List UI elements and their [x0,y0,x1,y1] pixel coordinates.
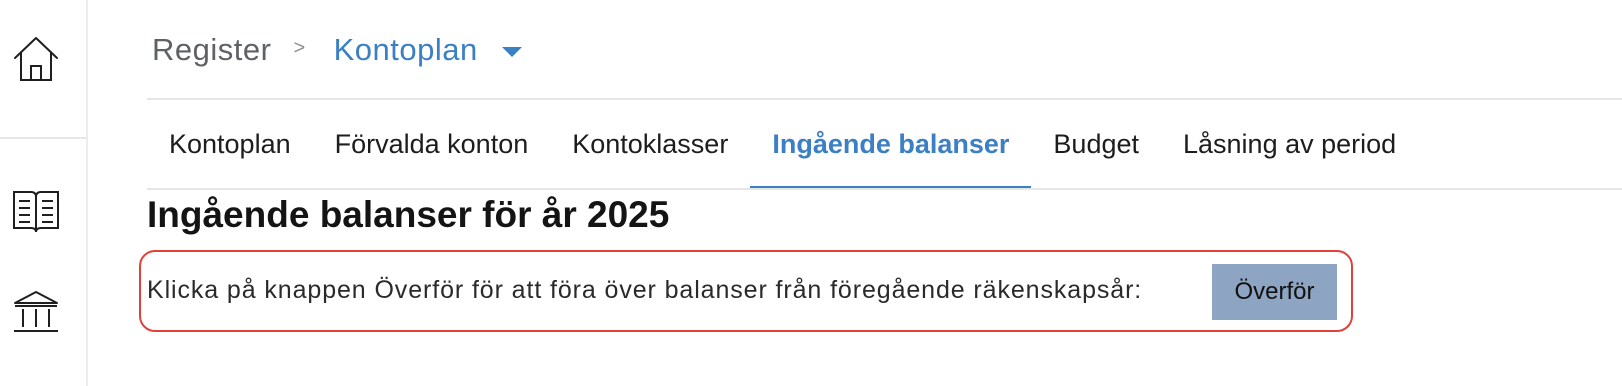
tab-lasning-av-period[interactable]: Låsning av period [1161,100,1418,188]
instruction-text: Klicka på knappen Överför för att föra ö… [147,276,1143,304]
page-title: Ingående balanser för år 2025 [147,194,670,235]
breadcrumb: Register > Kontoplan [152,28,522,72]
chevron-down-icon[interactable] [501,47,522,57]
tab-forvalda-konton[interactable]: Förvalda konton [313,100,551,188]
sidebar-divider [0,137,86,139]
breadcrumb-current[interactable]: Kontoplan [334,32,478,68]
tabs-divider [147,188,1622,190]
breadcrumb-root[interactable]: Register [152,32,271,68]
transfer-button[interactable]: Överför [1212,264,1337,320]
tab-kontoplan[interactable]: Kontoplan [147,100,313,188]
breadcrumb-separator: > [293,36,306,59]
bank-icon[interactable] [10,286,62,338]
tab-budget[interactable]: Budget [1031,100,1161,188]
sidebar [0,0,88,386]
tab-ingaende-balanser[interactable]: Ingående balanser [750,100,1032,190]
home-icon[interactable] [10,33,62,85]
tab-bar: Kontoplan Förvalda konton Kontoklasser I… [147,100,1418,190]
tab-kontoklasser[interactable]: Kontoklasser [550,100,750,188]
book-icon[interactable] [10,185,62,237]
